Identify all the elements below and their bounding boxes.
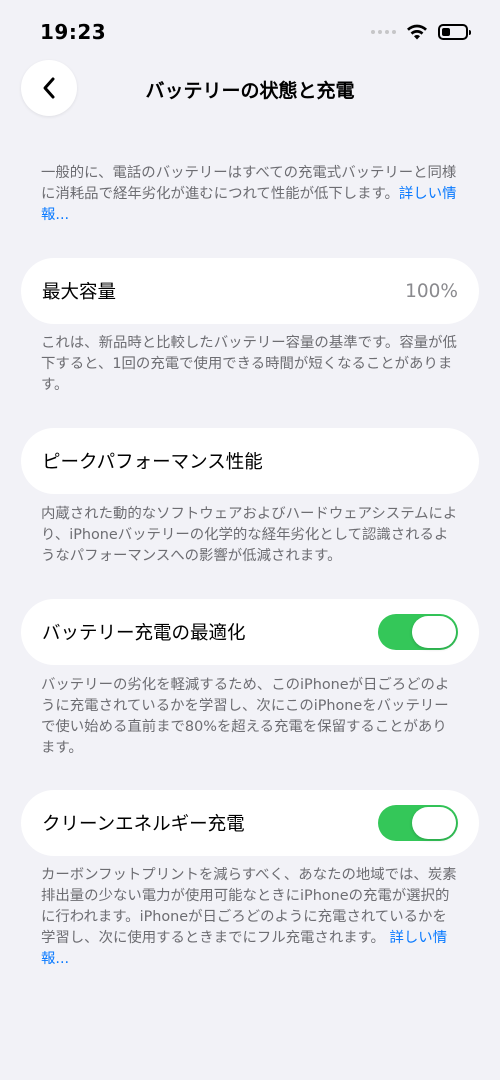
optimized-charging-toggle[interactable] <box>378 614 458 650</box>
status-bar: 19:23 <box>0 0 500 60</box>
wifi-icon <box>407 24 427 40</box>
max-capacity-value: 100% <box>405 280 458 302</box>
clean-energy-text: カーボンフットプリントを減らすべく、あなたの地域では、炭素排出量の少ない電力が使… <box>41 865 461 970</box>
status-icons <box>371 20 471 44</box>
optimized-charging-row: バッテリー充電の最適化 <box>21 599 479 665</box>
max-capacity-row: 最大容量 100% <box>21 258 479 324</box>
page-title: バッテリーの状態と充電 <box>145 80 355 102</box>
intro-text: 一般的に、電話のバッテリーはすべての充電式バッテリーと同様に消耗品で経年劣化が進… <box>41 163 461 226</box>
optimized-charging-description: バッテリーの劣化を軽減するため、このiPhoneが日ごろどのように充電されている… <box>41 677 450 756</box>
clean-energy-row: クリーンエネルギー充電 <box>21 790 479 856</box>
peak-performance-row[interactable]: ピークパフォーマンス性能 <box>21 428 479 494</box>
peak-performance-description: 内蔵された動的なソフトウェアおよびハードウェアシステムにより、iPhoneバッテ… <box>41 506 458 564</box>
clean-energy-label: クリーンエネルギー充電 <box>42 814 245 835</box>
optimized-charging-label: バッテリー充電の最適化 <box>42 623 246 644</box>
clean-energy-toggle[interactable] <box>378 805 458 841</box>
status-time: 19:23 <box>40 20 107 44</box>
intro-description: 一般的に、電話のバッテリーはすべての充電式バッテリーと同様に消耗品で経年劣化が進… <box>41 165 457 202</box>
max-capacity-description: これは、新品時と比較したバッテリー容量の基準です。容量が低下すると、1回の充電で… <box>41 335 457 393</box>
battery-icon <box>438 24 471 40</box>
max-capacity-label: 最大容量 <box>42 282 117 303</box>
peak-performance-label: ピークパフォーマンス性能 <box>42 452 263 473</box>
signal-dots-icon <box>371 30 396 34</box>
